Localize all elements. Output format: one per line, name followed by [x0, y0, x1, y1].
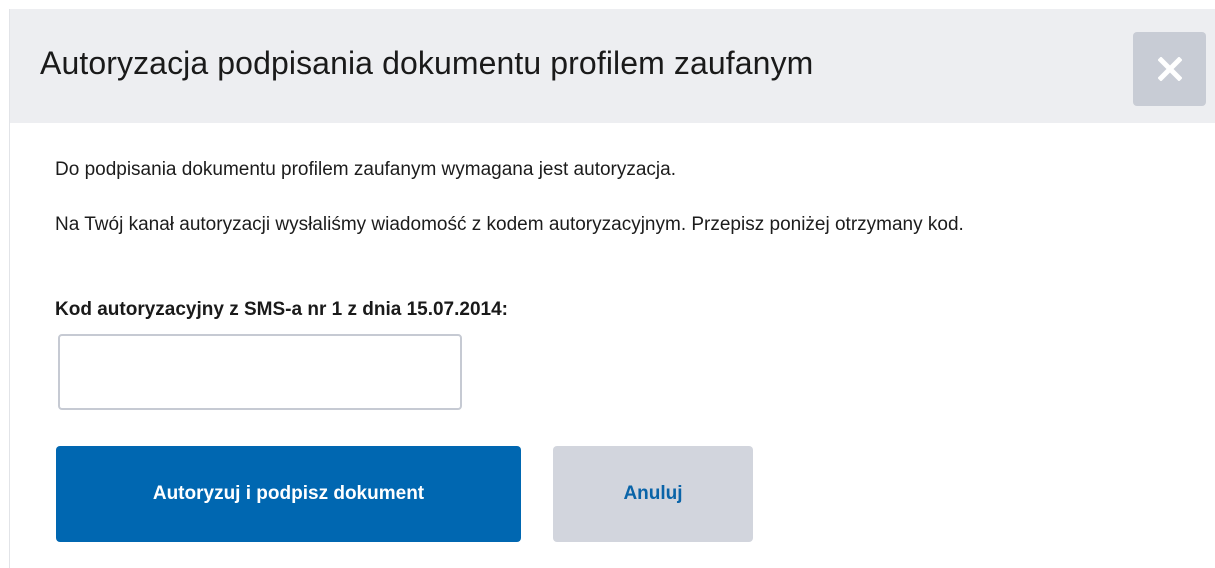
dialog-header: Autoryzacja podpisania dokumentu profile…: [10, 9, 1215, 123]
authorize-and-sign-button[interactable]: Autoryzuj i podpisz dokument: [56, 446, 521, 542]
dialog-title: Autoryzacja podpisania dokumentu profile…: [40, 45, 814, 81]
authorization-required-text: Do podpisania dokumentu profilem zaufany…: [55, 159, 676, 180]
sms-sent-text: Na Twój kanał autoryzacji wysłaliśmy wia…: [55, 214, 964, 235]
close-button[interactable]: [1133, 32, 1206, 106]
cancel-button[interactable]: Anuluj: [553, 446, 753, 542]
authorization-dialog: Autoryzacja podpisania dokumentu profile…: [9, 9, 1215, 568]
close-icon: [1158, 57, 1182, 81]
code-field-label: Kod autoryzacyjny z SMS-a nr 1 z dnia 15…: [55, 299, 508, 320]
authorization-code-input[interactable]: [58, 334, 462, 410]
